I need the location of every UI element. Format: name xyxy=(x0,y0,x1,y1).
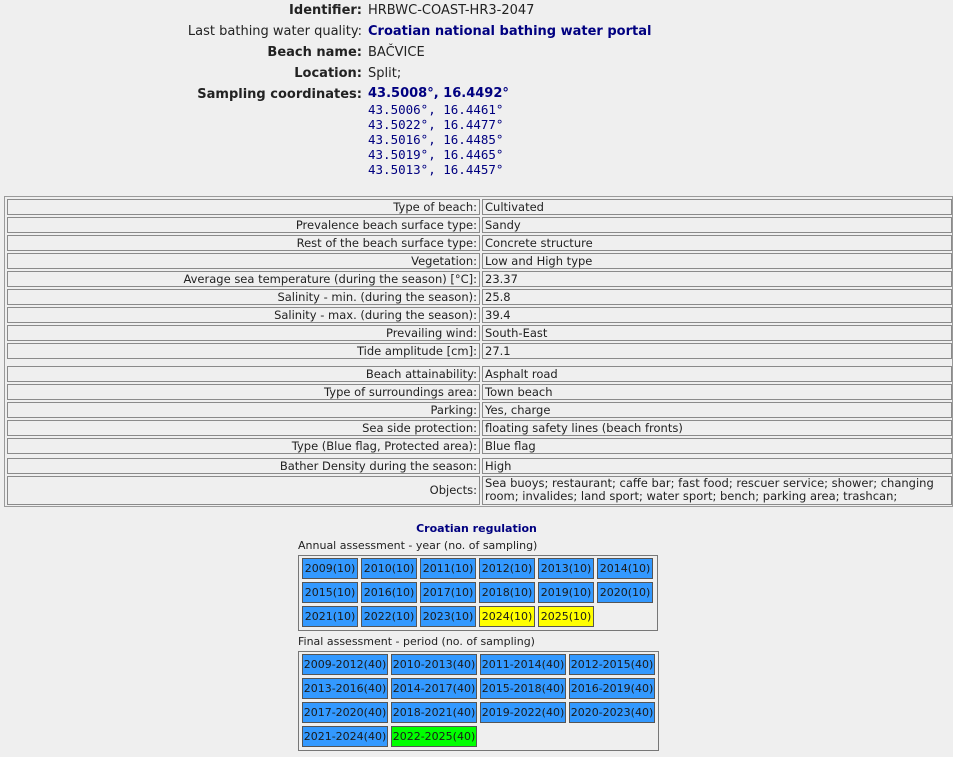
attr-value: Sandy xyxy=(482,217,952,233)
final-assessment-cell[interactable]: 2017-2020(40) xyxy=(302,702,388,723)
final-assessment-cell[interactable]: 2016-2019(40) xyxy=(569,678,655,699)
annual-assessment-grid: 2009(10) 2010(10) 2011(10) 2012(10) 2013(10)… xyxy=(298,555,658,631)
coords-list: 43.5008°, 16.4492° 43.5006°, 16.4461° 43… xyxy=(368,86,509,177)
attr-value: Blue flag xyxy=(482,438,952,454)
coord-link[interactable]: 43.5008°, 16.4492° xyxy=(368,86,509,102)
quality-portal-link[interactable]: Croatian national bathing water portal xyxy=(368,23,651,41)
attr-label: Prevalence beach surface type: xyxy=(7,217,480,233)
attr-label: Type of surroundings area: xyxy=(7,384,480,400)
beach-name-value: BAČVICE xyxy=(368,45,425,60)
attr-value: floating safety lines (beach fronts) xyxy=(482,420,952,436)
final-assessment-cell[interactable]: 2014-2017(40) xyxy=(391,678,477,699)
final-assessment-cell[interactable]: 2010-2013(40) xyxy=(391,654,477,675)
annual-assessment-cell[interactable]: 2013(10) xyxy=(538,558,594,579)
coord-link[interactable]: 43.5013°, 16.4457° xyxy=(368,162,509,177)
annual-assessment-cell[interactable]: 2023(10) xyxy=(420,606,476,627)
regulation-title: Croatian regulation xyxy=(416,522,537,535)
annual-assessment-cell[interactable]: 2009(10) xyxy=(302,558,358,579)
attr-label: Salinity - min. (during the season): xyxy=(7,289,480,305)
beach-attributes-table: Type of beach: Cultivated Prevalence bea… xyxy=(4,196,953,507)
annual-assessment-cell[interactable]: 2014(10) xyxy=(597,558,653,579)
annual-assessment-cell[interactable]: 2022(10) xyxy=(361,606,417,627)
annual-assessment-cell[interactable]: 2025(10) xyxy=(538,606,594,627)
attr-value: Yes, charge xyxy=(482,402,952,418)
identifier-row: Identifier: HRBWC-COAST-HR3-2047 xyxy=(0,2,953,20)
final-assessment-cell[interactable]: 2011-2014(40) xyxy=(480,654,566,675)
attr-label: Salinity - max. (during the season): xyxy=(7,307,480,323)
annual-assessment-cell[interactable]: 2018(10) xyxy=(479,582,535,603)
attr-label: Type (Blue flag, Protected area): xyxy=(7,438,480,454)
beach-name-row: Beach name: BAČVICE xyxy=(0,44,953,62)
attr-label: Type of beach: xyxy=(7,199,480,215)
attr-value: Asphalt road xyxy=(482,366,952,382)
annual-assessment-cell[interactable]: 2020(10) xyxy=(597,582,653,603)
attr-value: South-East xyxy=(482,325,952,341)
beach-name-label: Beach name: xyxy=(267,45,362,60)
location-row: Location: Split; xyxy=(0,65,953,83)
annual-assessment-cell[interactable]: 2015(10) xyxy=(302,582,358,603)
attr-label: Parking: xyxy=(7,402,480,418)
annual-assessment-cell[interactable]: 2019(10) xyxy=(538,582,594,603)
coord-link[interactable]: 43.5019°, 16.4465° xyxy=(368,147,509,162)
identifier-value: HRBWC-COAST-HR3-2047 xyxy=(368,3,535,18)
final-assessment-cell[interactable]: 2019-2022(40) xyxy=(480,702,566,723)
annual-assessment-cell[interactable]: 2016(10) xyxy=(361,582,417,603)
coord-link[interactable]: 43.5022°, 16.4477° xyxy=(368,117,509,132)
annual-assessment-cell[interactable]: 2012(10) xyxy=(479,558,535,579)
quality-label: Last bathing water quality: xyxy=(187,24,362,39)
location-label: Location: xyxy=(294,66,362,81)
attr-value: Concrete structure xyxy=(482,235,952,251)
attr-label: Tide amplitude [cm]: xyxy=(7,343,480,359)
location-value: Split; xyxy=(368,66,402,81)
final-assessment-cell[interactable]: 2009-2012(40) xyxy=(302,654,388,675)
final-assessment-cell[interactable]: 2018-2021(40) xyxy=(391,702,477,723)
attr-label: Rest of the beach surface type: xyxy=(7,235,480,251)
final-assessment-label: Final assessment - period (no. of sampli… xyxy=(298,635,535,648)
attr-label: Beach attainability: xyxy=(7,366,480,382)
attr-label: Sea side protection: xyxy=(7,420,480,436)
annual-assessment-label: Annual assessment - year (no. of samplin… xyxy=(298,539,538,552)
attr-label: Vegetation: xyxy=(7,253,480,269)
final-assessment-cell[interactable]: 2013-2016(40) xyxy=(302,678,388,699)
attr-value: High xyxy=(482,458,952,474)
annual-assessment-cell[interactable]: 2010(10) xyxy=(361,558,417,579)
attr-value: 23.37 xyxy=(482,271,952,287)
annual-assessment-cell[interactable]: 2011(10) xyxy=(420,558,476,579)
final-assessment-cell[interactable]: 2012-2015(40) xyxy=(569,654,655,675)
coord-link[interactable]: 43.5016°, 16.4485° xyxy=(368,132,509,147)
attr-value: 27.1 xyxy=(482,343,952,359)
attr-label: Bather Density during the season: xyxy=(7,458,480,474)
final-assessment-cell[interactable]: 2015-2018(40) xyxy=(480,678,566,699)
attr-value: Low and High type xyxy=(482,253,952,269)
final-assessment-cell[interactable]: 2021-2024(40) xyxy=(302,726,388,747)
coords-label: Sampling coordinates: xyxy=(197,87,362,102)
attr-label: Prevailing wind: xyxy=(7,325,480,341)
annual-assessment-cell[interactable]: 2021(10) xyxy=(302,606,358,627)
coord-link[interactable]: 43.5006°, 16.4461° xyxy=(368,102,509,117)
attr-value: Town beach xyxy=(482,384,952,400)
final-assessment-grid: 2009-2012(40) 2010-2013(40) 2011-2014(40) 2… xyxy=(298,651,659,751)
final-assessment-cell[interactable]: 2022-2025(40) xyxy=(391,726,477,747)
annual-assessment-cell[interactable]: 2017(10) xyxy=(420,582,476,603)
identifier-label: Identifier: xyxy=(289,3,362,18)
attr-label: Objects: xyxy=(7,476,480,505)
annual-assessment-cell[interactable]: 2024(10) xyxy=(479,606,535,627)
attr-value: Cultivated xyxy=(482,199,952,215)
attr-value: 39.4 xyxy=(482,307,952,323)
attr-value: 25.8 xyxy=(482,289,952,305)
quality-row: Last bathing water quality: Croatian nat… xyxy=(0,23,953,41)
attr-value: Sea buoys; restaurant; caffe bar; fast f… xyxy=(482,476,952,505)
attr-label: Average sea temperature (during the seas… xyxy=(7,271,480,287)
final-assessment-cell[interactable]: 2020-2023(40) xyxy=(569,702,655,723)
